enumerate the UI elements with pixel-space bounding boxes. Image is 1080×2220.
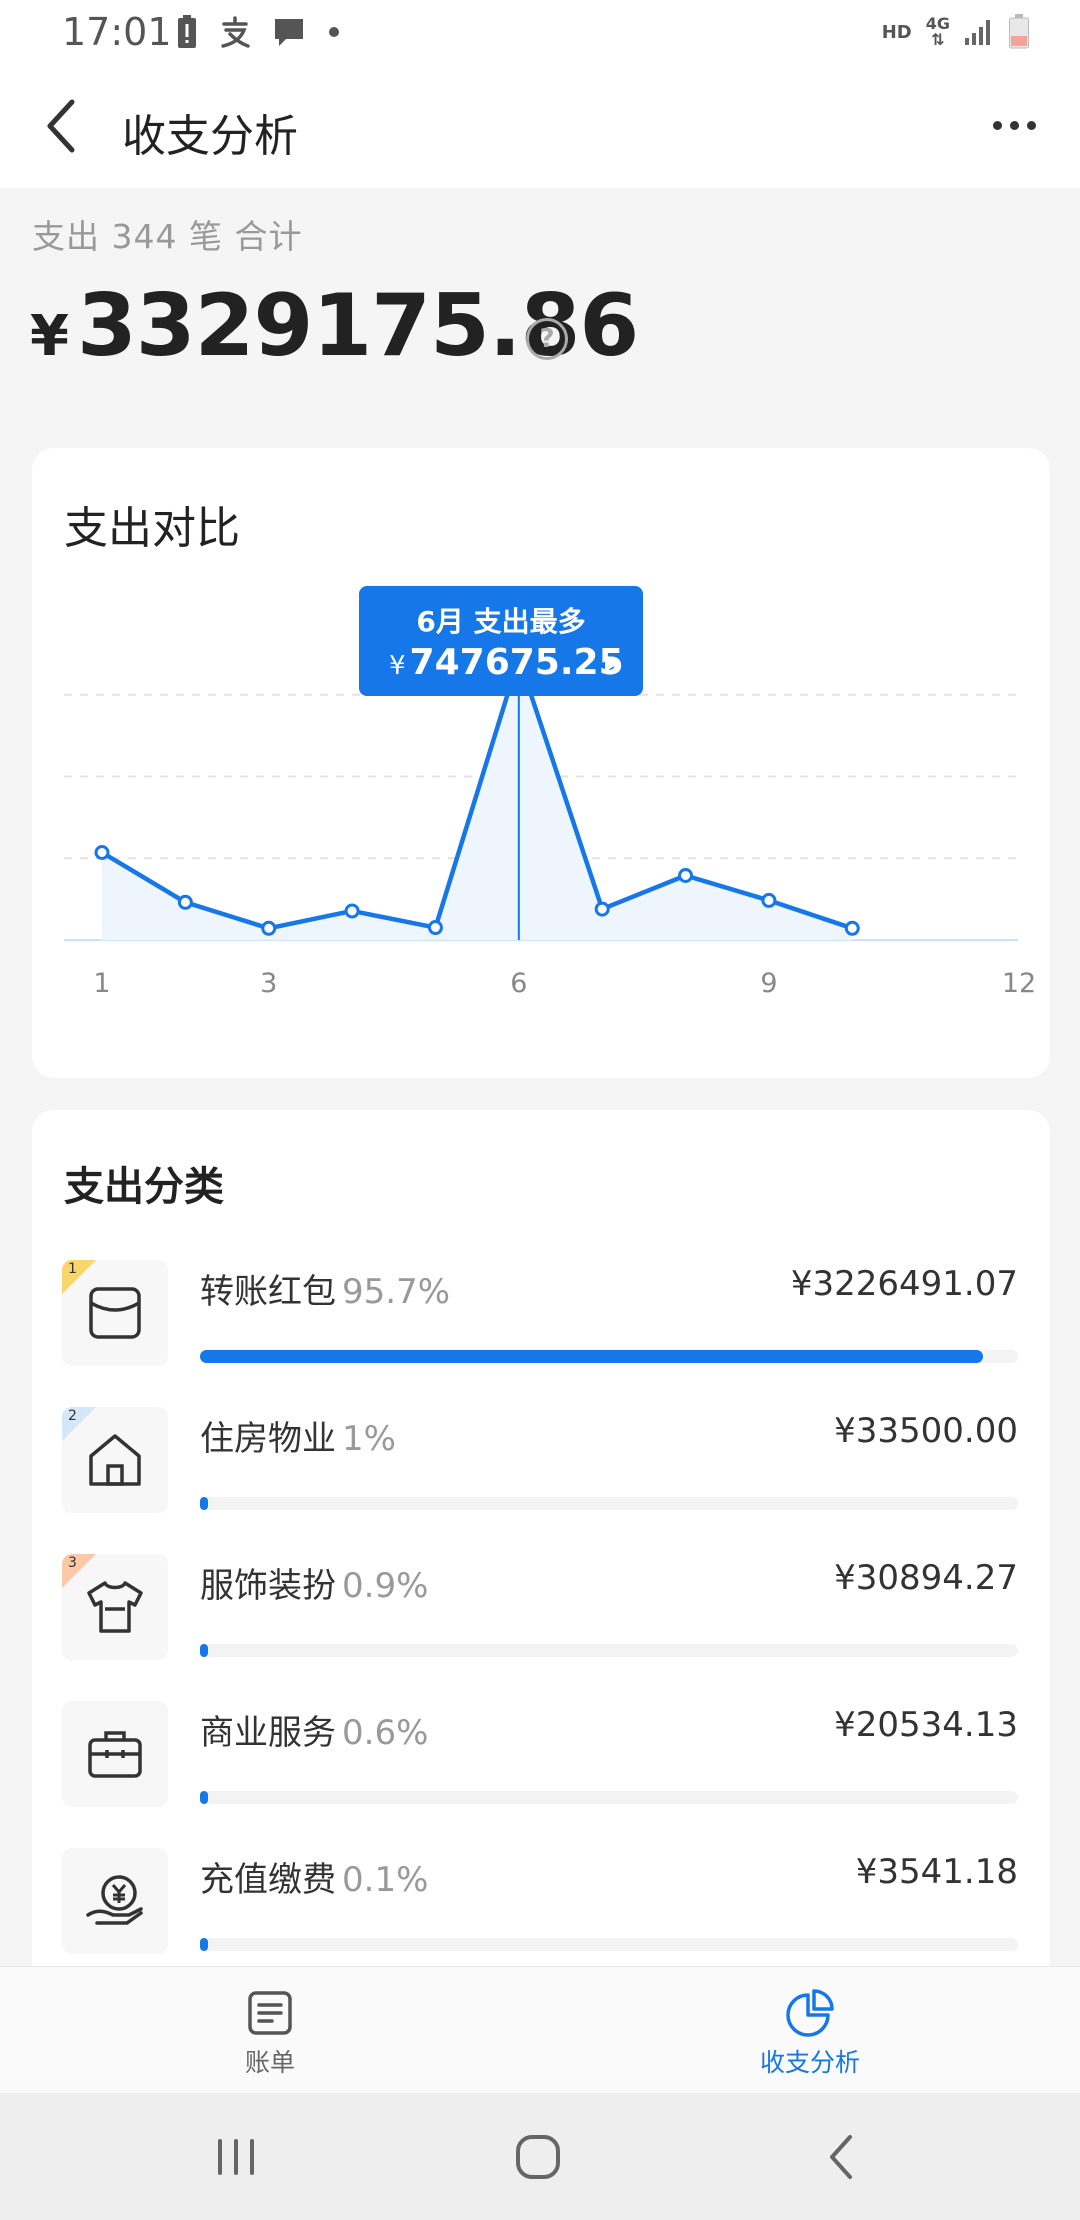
data-point-9 xyxy=(761,892,777,908)
x-tick-label: 6 xyxy=(510,968,528,999)
recharge-coin-icon xyxy=(86,1875,143,1925)
category-amount: ¥30894.27 xyxy=(834,1558,1018,1598)
back-nav-icon[interactable] xyxy=(812,2127,872,2187)
category-percent: 0.1% xyxy=(342,1860,429,1900)
message-icon xyxy=(275,19,303,46)
status-system-icons: HD 4G ⇅ xyxy=(882,12,1030,52)
expense-category-card: 支出分类 1 转账红包 95.7% ¥3226491.07 2 住房物业 1% ¥33500.… xyxy=(32,1110,1050,2010)
x-axis-labels: 1 3 6 9 12 xyxy=(32,968,1050,1008)
status-notification-icons xyxy=(176,12,340,52)
rank-number: 1 xyxy=(68,1261,77,1277)
category-icon-box: 2 xyxy=(62,1407,168,1513)
category-icon-box xyxy=(62,1848,168,1954)
category-percent: 0.6% xyxy=(342,1713,429,1753)
tab-bill[interactable]: 账单 xyxy=(170,1967,370,2094)
category-icon-box xyxy=(62,1701,168,1807)
data-point-10 xyxy=(844,920,860,936)
x-tick-label: 3 xyxy=(260,968,278,999)
data-point-8 xyxy=(678,868,694,884)
category-row[interactable]: 2 住房物业 1% ¥33500.00 xyxy=(32,1407,1050,1554)
category-percent: 1% xyxy=(342,1419,396,1459)
category-progress-fill xyxy=(200,1350,983,1363)
play-arrow-icon xyxy=(605,654,619,672)
house-icon xyxy=(89,1434,141,1486)
category-progress-track xyxy=(200,1644,1018,1657)
bill-list-icon xyxy=(248,1991,292,2035)
category-icon-box: 3 xyxy=(62,1554,168,1660)
bottom-tab-bar: 账单 收支分析 xyxy=(0,1966,1080,2093)
page-title: 收支分析 xyxy=(122,111,298,162)
nav-bar: 收支分析 xyxy=(0,64,1080,188)
expense-trend-card: 支出对比 1 3 6 9 12 6月 支出最多 ¥747675.25 xyxy=(32,448,1050,1078)
status-time: 17:01 xyxy=(62,10,172,54)
data-point-2 xyxy=(177,894,193,910)
battery-low-icon xyxy=(1009,14,1029,49)
data-point-4 xyxy=(344,903,360,919)
tab-analysis[interactable]: 收支分析 xyxy=(710,1967,910,2094)
x-tick-label: 12 xyxy=(1001,968,1037,999)
data-point-3 xyxy=(261,920,277,936)
red-packet-icon xyxy=(89,1287,141,1339)
category-progress-fill xyxy=(200,1644,208,1657)
category-row[interactable]: 1 转账红包 95.7% ¥3226491.07 xyxy=(32,1260,1050,1407)
signal-icon xyxy=(965,20,990,45)
expense-count-label: 支出 344 笔 合计 xyxy=(32,217,303,256)
data-point-7 xyxy=(594,901,610,917)
category-percent: 0.9% xyxy=(342,1566,429,1606)
category-percent: 95.7% xyxy=(342,1272,451,1312)
category-progress-fill xyxy=(200,1938,208,1951)
category-progress-fill xyxy=(200,1791,208,1804)
dot-icon xyxy=(329,27,339,37)
category-progress-track xyxy=(200,1497,1018,1510)
category-amount: ¥3541.18 xyxy=(855,1852,1018,1892)
tooltip-value: ¥747675.25 xyxy=(389,642,624,683)
category-name: 转账红包 95.7% xyxy=(200,1272,451,1312)
category-card-title: 支出分类 xyxy=(64,1164,224,1210)
data-point-1 xyxy=(94,844,110,860)
tab-analysis-label: 收支分析 xyxy=(759,2048,860,2077)
category-progress-track xyxy=(200,1350,1018,1363)
category-progress-fill xyxy=(200,1497,209,1510)
expense-line-chart[interactable] xyxy=(32,448,1050,1048)
tooltip-title: 6月 支出最多 xyxy=(416,605,586,638)
chevron-left-icon xyxy=(47,99,75,153)
category-progress-track xyxy=(200,1791,1018,1804)
data-point-5 xyxy=(427,920,443,936)
more-options-button[interactable] xyxy=(982,100,1046,150)
rank-number: 2 xyxy=(68,1408,77,1424)
more-dot xyxy=(1009,120,1019,130)
category-row[interactable]: 3 服饰装扮 0.9% ¥30894.27 xyxy=(32,1554,1050,1701)
briefcase-icon xyxy=(88,1731,142,1778)
category-name: 住房物业 1% xyxy=(200,1419,396,1459)
more-dot xyxy=(1026,120,1036,130)
category-progress-track xyxy=(200,1938,1018,1951)
peak-tooltip[interactable]: 6月 支出最多 ¥747675.25 xyxy=(359,586,643,696)
battery-alert-icon xyxy=(178,15,196,48)
system-nav-bar xyxy=(0,2093,1080,2220)
category-amount: ¥20534.13 xyxy=(834,1705,1018,1745)
more-dot xyxy=(992,120,1002,130)
category-icon-box: 1 xyxy=(62,1260,168,1366)
category-name: 商业服务 0.6% xyxy=(200,1713,429,1753)
alipay-icon xyxy=(221,16,250,48)
home-icon[interactable] xyxy=(508,2127,568,2187)
status-bar: 17:01 HD 4G ⇅ xyxy=(0,0,1080,64)
category-amount: ¥3226491.07 xyxy=(790,1264,1018,1304)
tab-bill-label: 账单 xyxy=(244,2048,295,2077)
category-name: 服饰装扮 0.9% xyxy=(200,1566,429,1606)
back-button[interactable] xyxy=(38,94,98,158)
pie-chart-icon xyxy=(786,1989,834,2037)
category-amount: ¥33500.00 xyxy=(834,1411,1018,1451)
x-tick-label: 1 xyxy=(93,968,111,999)
help-icon[interactable]: ? xyxy=(526,318,568,360)
network-indicator: 4G ⇅ xyxy=(925,14,950,49)
tshirt-icon xyxy=(87,1581,143,1633)
x-tick-label: 9 xyxy=(760,968,778,999)
currency-symbol: ¥ xyxy=(30,304,69,369)
hd-indicator: HD xyxy=(881,21,912,43)
recent-apps-icon[interactable] xyxy=(206,2127,266,2187)
rank-number: 3 xyxy=(68,1555,77,1571)
category-name: 充值缴费 0.1% xyxy=(200,1860,429,1900)
category-row[interactable]: 商业服务 0.6% ¥20534.13 xyxy=(32,1701,1050,1848)
